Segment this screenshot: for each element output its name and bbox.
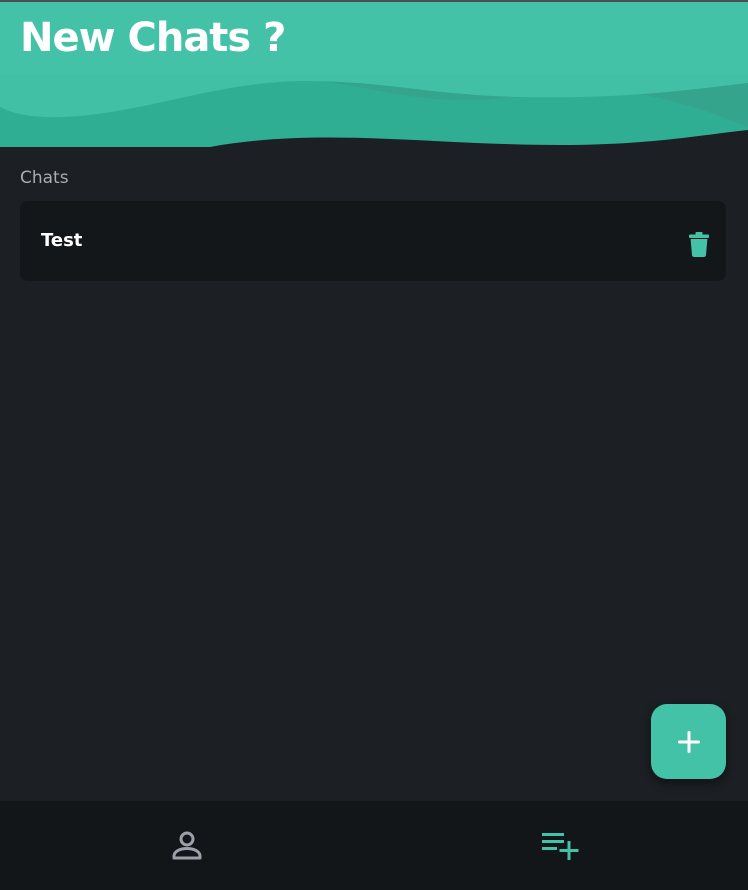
person-icon: [172, 831, 202, 859]
nav-new-chat-button[interactable]: [374, 801, 748, 890]
new-chat-fab[interactable]: [651, 704, 726, 779]
chat-list: Test: [20, 201, 726, 281]
app-screen: New Chats ? Chats Test: [0, 0, 748, 890]
chat-list-item[interactable]: Test: [20, 201, 726, 281]
nav-profile-button[interactable]: [0, 801, 374, 890]
bottom-navigation: [0, 801, 748, 890]
playlist-add-icon: [542, 832, 579, 860]
chat-name: Test: [41, 230, 83, 251]
trash-icon: [689, 231, 709, 257]
header-wave-decoration: [0, 75, 748, 147]
chats-section-label: Chats: [20, 168, 69, 188]
header-bar: New Chats ?: [0, 2, 748, 76]
plus-icon: [677, 730, 700, 753]
page-title: New Chats ?: [20, 15, 286, 61]
delete-chat-button[interactable]: [686, 229, 712, 259]
